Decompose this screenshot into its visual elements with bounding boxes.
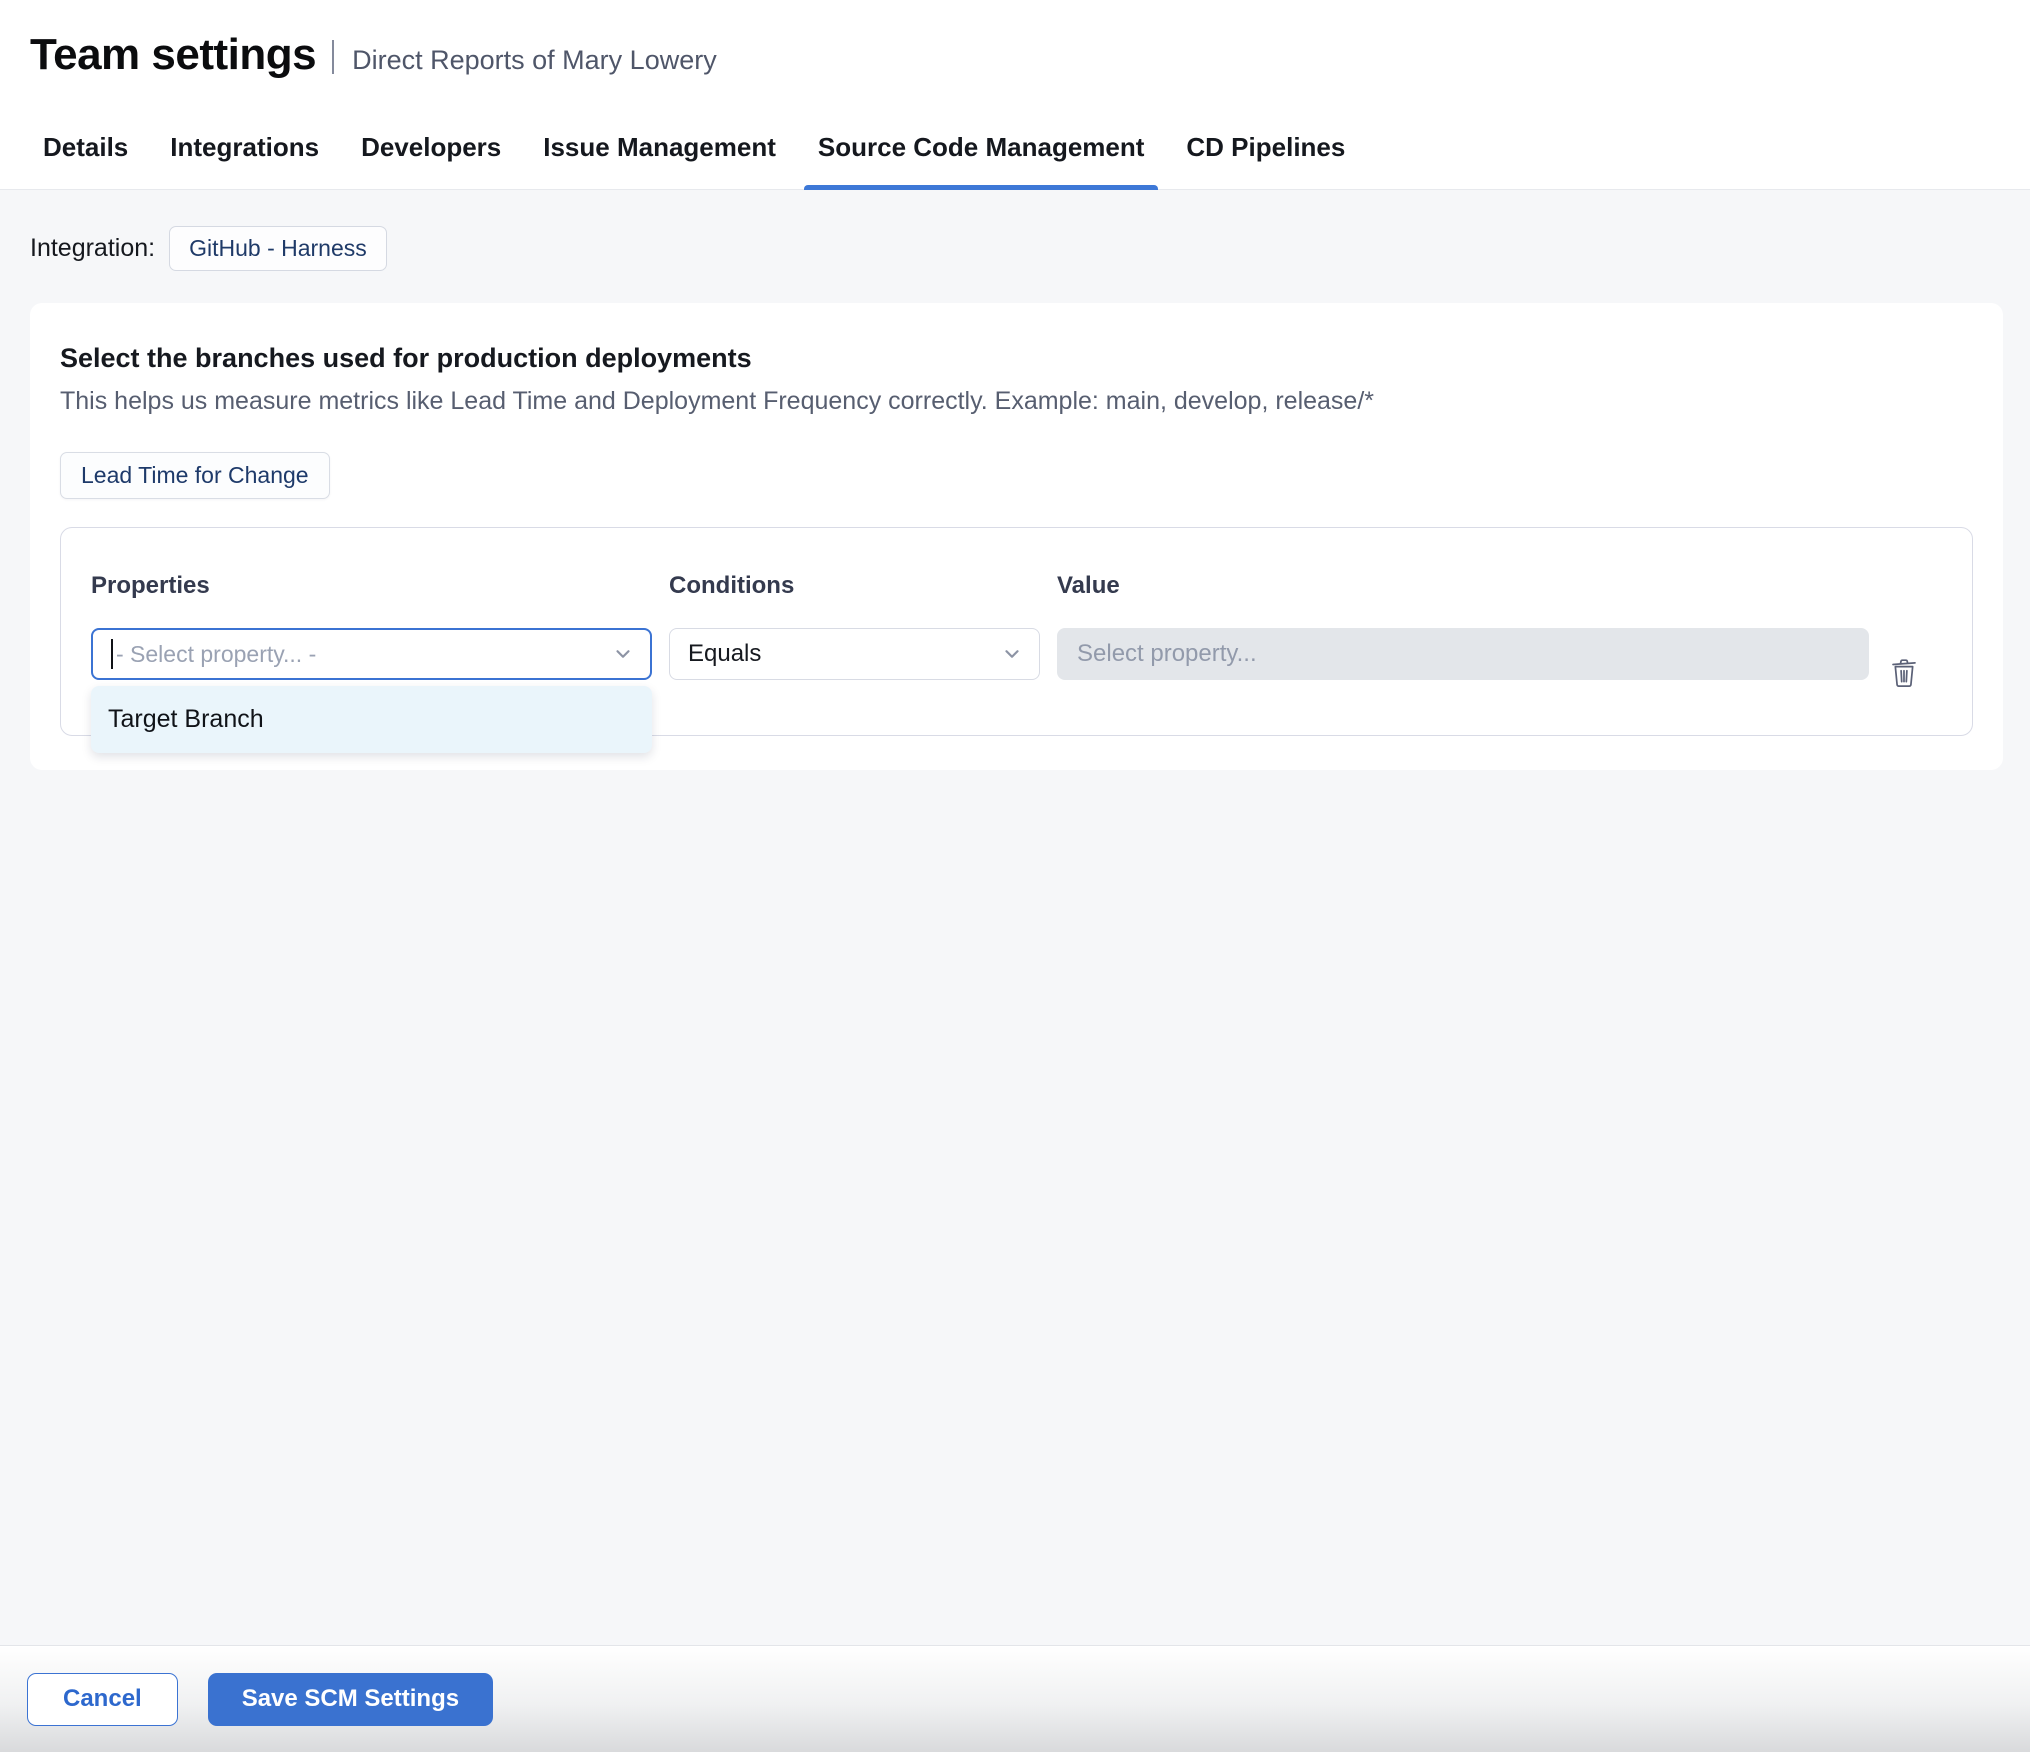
dropdown-option-target-branch[interactable]: Target Branch xyxy=(91,689,652,750)
page-title: Team settings xyxy=(30,30,317,79)
page-header: Team settings Direct Reports of Mary Low… xyxy=(0,0,2030,190)
page-subtitle: Direct Reports of Mary Lowery xyxy=(352,45,717,75)
delete-row-button[interactable] xyxy=(1886,654,1922,695)
value-header: Value xyxy=(1057,572,1120,599)
card-heading: Select the branches used for production … xyxy=(60,343,752,373)
card-description: This helps us measure metrics like Lead … xyxy=(60,387,1375,415)
text-cursor xyxy=(111,639,113,669)
chevron-down-icon xyxy=(616,650,630,658)
property-select-placeholder: - Select property... - xyxy=(116,640,317,667)
branch-filter-panel: Properties - Select property... - Target… xyxy=(60,527,1973,753)
integration-row: Integration: GitHub - Harness xyxy=(30,226,2003,271)
save-scm-settings-button[interactable]: Save SCM Settings xyxy=(207,1672,494,1726)
value-input[interactable] xyxy=(1057,628,1869,680)
property-select-wrap: - Select property... - Target Branch xyxy=(91,628,652,753)
tab-source-code-management[interactable]: Source Code Management xyxy=(803,132,1158,190)
condition-selected-value: Equals xyxy=(688,640,762,667)
integration-chip[interactable]: GitHub - Harness xyxy=(169,226,387,271)
tab-issue-management[interactable]: Issue Management xyxy=(543,132,776,189)
title-row: Team settings Direct Reports of Mary Low… xyxy=(0,0,2030,80)
tab-bar: Details Integrations Developers Issue Ma… xyxy=(0,80,2030,190)
chevron-down-icon xyxy=(1005,650,1019,658)
properties-header: Properties xyxy=(91,572,210,599)
title-divider xyxy=(332,40,335,74)
property-dropdown-menu: Target Branch xyxy=(91,686,652,753)
properties-column: Properties - Select property... - Target… xyxy=(91,572,652,753)
filter-columns: Properties - Select property... - Target… xyxy=(91,572,1942,753)
integration-label: Integration: xyxy=(30,234,156,262)
tab-details[interactable]: Details xyxy=(43,132,128,189)
scm-settings-card: Select the branches used for production … xyxy=(30,303,2003,770)
conditions-column: Conditions Equals xyxy=(669,574,1040,680)
trash-icon xyxy=(1892,659,1916,688)
tab-integrations[interactable]: Integrations xyxy=(170,132,319,189)
tab-developers[interactable]: Developers xyxy=(361,132,501,189)
condition-select[interactable]: Equals xyxy=(669,628,1040,680)
content-area: Integration: GitHub - Harness Select the… xyxy=(0,190,2030,1645)
conditions-header: Conditions xyxy=(669,572,795,599)
property-select[interactable]: - Select property... - xyxy=(91,628,652,680)
tab-cd-pipelines[interactable]: CD Pipelines xyxy=(1186,132,1345,189)
lead-time-for-change-chip[interactable]: Lead Time for Change xyxy=(60,452,330,499)
footer-bar: Cancel Save SCM Settings xyxy=(0,1645,2030,1752)
value-column: Value xyxy=(1057,574,1869,680)
row-actions-column xyxy=(1886,574,1942,695)
cancel-button[interactable]: Cancel xyxy=(27,1672,178,1726)
